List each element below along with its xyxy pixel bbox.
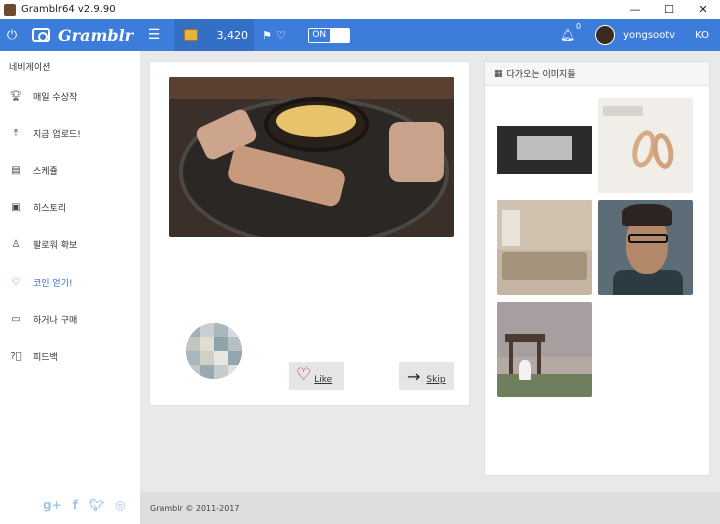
upcoming-images-panel: ▦ 다가오는 이미지들 (484, 61, 710, 476)
sidebar-item-label: 코인 얻기! (33, 278, 73, 289)
facebook-icon[interactable]: f (73, 498, 78, 512)
sidebar-item-label: 스케쥴 (33, 166, 58, 177)
skip-button[interactable]: → Skip (399, 362, 454, 390)
likes-follow-indicator[interactable]: ⚑ ♡ (262, 29, 286, 42)
sidebar-item-label: 하거나 구매 (33, 315, 78, 326)
bell-icon[interactable]: 🔔︎ 0 (560, 22, 581, 42)
sidebar-item-feedback[interactable]: ?⃝ 피드백 (0, 345, 140, 367)
book-icon: ▣ (11, 201, 21, 213)
hamburger-icon[interactable]: ☰ (140, 27, 168, 43)
arrow-right-icon: → (407, 366, 421, 386)
sidebar-item-schedule[interactable]: ▤ 스케쥴 (0, 159, 140, 181)
upcoming-thumbnail[interactable] (497, 98, 592, 193)
like-button[interactable]: ♡ Like (289, 362, 344, 390)
sidebar-item-label: 팔로워 확보 (33, 240, 78, 251)
minimize-button[interactable]: — (618, 3, 652, 16)
post-author-avatar[interactable] (186, 323, 242, 379)
sidebar-title: 네비게이션 (9, 63, 51, 73)
maximize-button[interactable]: ☐ (652, 3, 686, 16)
upcoming-title: 다가오는 이미지들 (506, 70, 576, 80)
upcoming-header: ▦ 다가오는 이미지들 (485, 62, 709, 86)
footer: Gramblr © 2011-2017 (140, 492, 720, 524)
notification-count: 0 (576, 22, 582, 31)
top-navbar: ⏻ Gramblr ☰ 3,420 ⚑ ♡ ON 🔔︎ 0 yongsootv K… (0, 19, 720, 51)
sidebar-item-label: 지금 업로드! (33, 129, 81, 140)
sidebar-item-daily-winners[interactable]: 🏆︎ 매일 수상작 (0, 85, 140, 107)
sidebar-item-label: 히스토리 (33, 203, 67, 214)
google-plus-icon[interactable]: g+ (43, 498, 62, 512)
language-selector[interactable]: KO (695, 30, 709, 41)
question-icon: ?⃝ (10, 350, 22, 362)
twitter-icon[interactable]: 🐦︎ (89, 498, 104, 512)
sidebar-item-get-coins[interactable]: ♡ 코인 얻기! (0, 271, 140, 293)
sidebar-item-label: 매일 수상작 (33, 92, 78, 103)
toggle-knob (329, 28, 349, 42)
power-icon[interactable]: ⏻ (1, 28, 23, 43)
sidebar-item-history[interactable]: ▣ 히스토리 (0, 196, 140, 218)
like-card: ♡ Like → Skip (149, 61, 470, 406)
coin-balance[interactable]: 3,420 (174, 19, 254, 51)
footer-copyright: Gramblr © 2011-2017 (150, 503, 240, 513)
heart-icon: ♡ (296, 364, 312, 385)
trophy-icon: 🏆︎ (9, 90, 23, 102)
window-title: Gramblr64 v2.9.90 (21, 4, 116, 15)
heart-outline-icon: ♡ (275, 28, 286, 42)
heart-icon: ♡ (11, 276, 21, 288)
like-label: Like (314, 375, 333, 385)
social-links: g+ f 🐦︎ ◎ (43, 498, 126, 512)
app-icon (4, 3, 16, 16)
skip-label: Skip (426, 375, 446, 385)
username[interactable]: yongsootv (623, 30, 675, 41)
user-icon: ♙ (11, 238, 21, 250)
sidebar-item-get-followers[interactable]: ♙ 팔로워 확보 (0, 233, 140, 255)
coin-stack-icon (184, 29, 198, 41)
toggle-on-label: ON (308, 28, 330, 42)
sidebar-item-buy[interactable]: ▭ 하거나 구매 (0, 308, 140, 330)
sidebar: 네비게이션 🏆︎ 매일 수상작 ⤒ 지금 업로드! ▤ 스케쥴 ▣ 히스토리 ♙… (0, 51, 140, 524)
upcoming-thumbnail[interactable] (598, 98, 693, 193)
flag-icon: ⚑ (262, 28, 272, 42)
calendar-icon: ▤ (11, 164, 21, 176)
close-button[interactable]: ✕ (686, 3, 720, 16)
wallet-icon: ▭ (11, 313, 21, 325)
avatar[interactable] (595, 25, 616, 45)
sidebar-item-label: 피드백 (33, 352, 58, 363)
grid-icon: ▦ (494, 68, 503, 79)
coin-count: 3,420 (216, 28, 249, 42)
post-photo[interactable] (169, 77, 454, 237)
window-titlebar: Gramblr64 v2.9.90 — ☐ ✕ (0, 0, 720, 19)
camera-upload-icon (32, 28, 50, 42)
upcoming-thumbnail[interactable] (598, 200, 693, 295)
upload-icon: ⤒ (13, 127, 19, 139)
app-logo[interactable]: Gramblr (58, 26, 140, 45)
upcoming-thumbnail[interactable] (497, 200, 592, 295)
instagram-icon[interactable]: ◎ (115, 498, 125, 512)
upcoming-thumbnail[interactable] (497, 302, 592, 397)
sidebar-item-upload-now[interactable]: ⤒ 지금 업로드! (0, 122, 140, 144)
auto-toggle[interactable]: ON (307, 27, 350, 43)
